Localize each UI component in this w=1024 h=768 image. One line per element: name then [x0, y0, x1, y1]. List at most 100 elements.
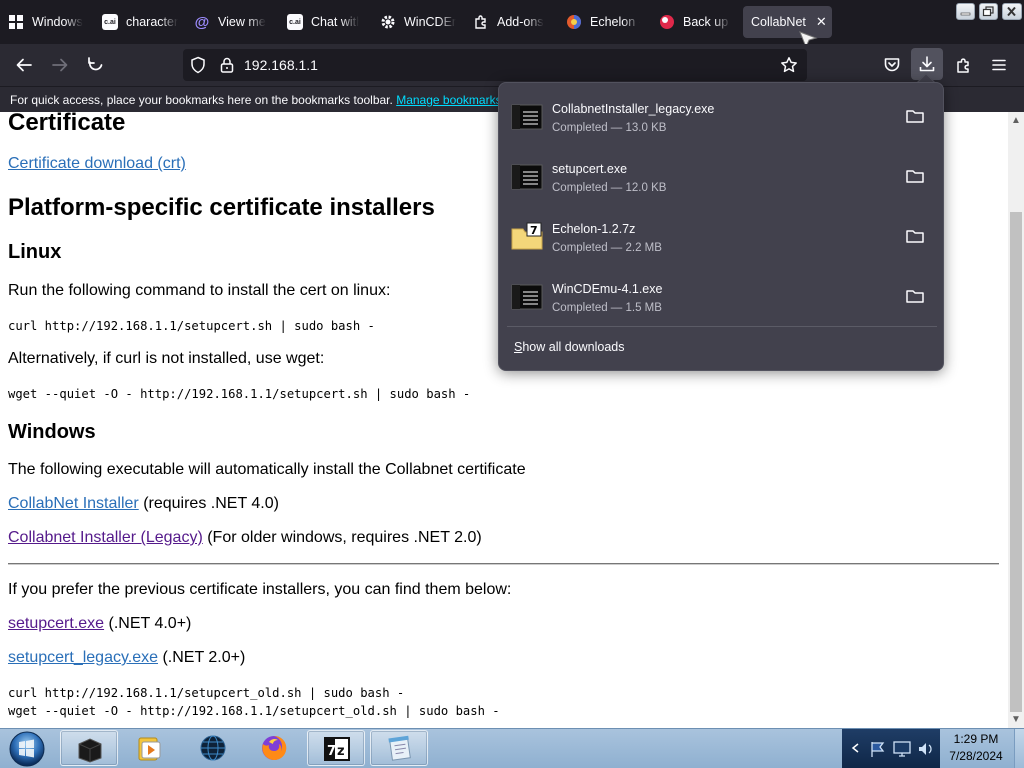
close-tab-icon[interactable]: ✕	[816, 14, 827, 30]
folder-icon[interactable]	[905, 106, 925, 126]
tab-wincdemu[interactable]: WinCDEm	[380, 6, 456, 38]
certificate-heading: Certificate	[8, 112, 126, 136]
taskbar-notepad[interactable]	[370, 730, 428, 766]
setupcert-line: setupcert.exe (.NET 4.0+)	[8, 615, 191, 633]
platform-heading: Platform-specific certificate installers	[8, 194, 435, 221]
setupcert-link[interactable]: setupcert.exe	[8, 615, 104, 632]
7z-file-icon: 7	[511, 222, 543, 250]
download-filename: CollabnetInstaller_legacy.exe	[552, 102, 715, 116]
url-text[interactable]: 192.168.1.1	[244, 57, 318, 73]
download-status: Completed — 12.0 KB	[552, 182, 667, 194]
notification-area	[842, 729, 940, 768]
restore-window-button[interactable]	[979, 3, 998, 20]
tab-label: WinCDEm	[404, 15, 456, 29]
folder-icon[interactable]	[905, 166, 925, 186]
taskbar-terminal[interactable]	[60, 730, 118, 766]
bookmarks-hint: For quick access, place your bookmarks h…	[10, 93, 512, 107]
show-hidden-icons-arrow-icon[interactable]	[850, 742, 860, 754]
installer-line: CollabNet Installer (requires .NET 4.0)	[8, 495, 279, 513]
tab-windows[interactable]: Windows	[8, 6, 84, 38]
scroll-down-arrow-icon[interactable]: ▼	[1010, 714, 1022, 726]
backup-icon	[659, 14, 675, 30]
taskbar-firefox[interactable]	[245, 730, 303, 766]
back-button[interactable]	[13, 54, 35, 76]
reload-button[interactable]	[85, 54, 107, 76]
bookmark-star-icon[interactable]	[780, 56, 798, 74]
terminal-app-icon	[78, 738, 102, 763]
scroll-up-arrow-icon[interactable]: ▲	[1010, 115, 1022, 127]
extensions-button[interactable]	[953, 54, 975, 76]
show-all-downloads-button[interactable]: Show all downloads	[514, 340, 625, 354]
download-icon	[919, 56, 935, 72]
taskbar-7zip[interactable]: 7z	[307, 730, 365, 766]
svg-text:z: z	[337, 744, 345, 759]
linux-heading: Linux	[8, 241, 62, 263]
forward-button[interactable]	[49, 54, 71, 76]
at-sign-icon: @	[194, 13, 210, 31]
network-monitor-icon[interactable]	[892, 739, 912, 759]
download-item[interactable]: setupcert.exe Completed — 12.0 KB	[507, 147, 937, 205]
folder-icon[interactable]	[905, 286, 925, 306]
minimize-window-button[interactable]	[956, 3, 975, 20]
tab-character[interactable]: c.ai character	[102, 6, 178, 38]
pocket-icon	[884, 58, 900, 72]
cai-icon: c.ai	[102, 14, 118, 30]
hamburger-menu-icon	[992, 59, 1006, 71]
download-item[interactable]: CollabnetInstaller_legacy.exe Completed …	[507, 87, 937, 145]
url-bar[interactable]: 192.168.1.1	[183, 49, 807, 81]
old-curl-command: curl http://192.168.1.1/setupcert_old.sh…	[8, 686, 405, 700]
download-item[interactable]: WinCDEmu-4.1.exe Completed — 1.5 MB	[507, 267, 937, 325]
tab-view-me[interactable]: @ View me	[194, 6, 270, 38]
reload-icon	[88, 57, 103, 71]
collabnet-installer-legacy-link[interactable]: Collabnet Installer (Legacy)	[8, 529, 203, 546]
tab-label: Windows	[32, 15, 83, 29]
tab-back-up[interactable]: Back up a	[659, 6, 731, 38]
taskbar-media-player[interactable]	[120, 730, 178, 766]
puzzle-icon	[473, 14, 489, 30]
clock-date: 7/28/2024	[949, 749, 1003, 763]
svg-text:7: 7	[530, 224, 538, 237]
tab-label: character	[126, 15, 178, 29]
collabnet-installer-link[interactable]: CollabNet Installer	[8, 495, 139, 512]
volume-icon[interactable]	[916, 739, 936, 759]
certificate-download-link[interactable]: Certificate download (crt)	[8, 155, 186, 172]
bookmarks-hint-text: For quick access, place your bookmarks h…	[10, 93, 393, 107]
download-item[interactable]: 7 Echelon-1.2.7z Completed — 2.2 MB	[507, 207, 937, 265]
tab-add-ons[interactable]: Add-ons	[473, 6, 545, 38]
exe-file-icon	[511, 104, 543, 130]
svg-text:7: 7	[327, 744, 336, 759]
setupcert-legacy-link[interactable]: setupcert_legacy.exe	[8, 649, 158, 666]
system-clock[interactable]: 1:29 PM 7/28/2024	[940, 731, 1012, 767]
7zip-icon: 7z	[324, 737, 350, 761]
setupcert-note: (.NET 4.0+)	[108, 615, 192, 632]
tab-label: View me	[218, 15, 266, 29]
tab-label: CollabNet	[751, 15, 806, 29]
shield-icon[interactable]	[189, 56, 207, 74]
pocket-button[interactable]	[881, 54, 903, 76]
installer-legacy-line: Collabnet Installer (Legacy) (For older …	[8, 529, 482, 547]
tab-label: Echelon -	[590, 15, 640, 29]
action-center-flag-icon[interactable]	[868, 739, 888, 759]
download-status: Completed — 2.2 MB	[552, 242, 662, 254]
app-menu-button[interactable]	[988, 54, 1010, 76]
tab-chat-with[interactable]: c.ai Chat with	[287, 6, 359, 38]
windows-instructions: The following executable will automatica…	[8, 461, 526, 478]
installer-note: (requires .NET 4.0)	[143, 495, 279, 512]
folder-icon[interactable]	[905, 226, 925, 246]
old-wget-command: wget --quiet -O - http://192.168.1.1/set…	[8, 704, 500, 718]
manage-bookmarks-link[interactable]: Manage bookmarks...	[396, 93, 511, 107]
clock-time: 1:29 PM	[953, 732, 999, 746]
installer-legacy-note: (For older windows, requires .NET 2.0)	[207, 529, 482, 546]
tab-echelon[interactable]: Echelon -	[566, 6, 640, 38]
show-desktop-button[interactable]	[1014, 729, 1024, 768]
panel-divider	[507, 326, 937, 327]
arrow-left-icon	[16, 58, 32, 72]
scrollbar-thumb[interactable]	[1010, 212, 1022, 712]
show-all-label: how all downloads	[522, 340, 625, 354]
close-window-button[interactable]	[1002, 3, 1022, 20]
media-player-icon	[138, 737, 161, 761]
globe-icon	[200, 735, 226, 761]
start-button[interactable]	[6, 730, 48, 768]
taskbar-globe-browser[interactable]	[184, 730, 242, 766]
lock-icon[interactable]	[218, 56, 236, 74]
